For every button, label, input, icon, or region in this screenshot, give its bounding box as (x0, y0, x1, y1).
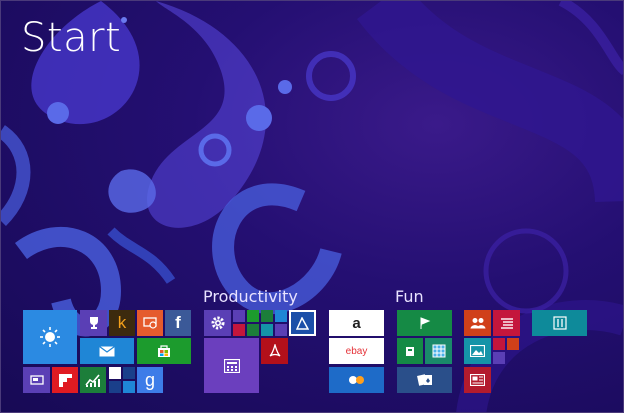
news-icon (470, 374, 485, 386)
kindle-label: k (117, 313, 127, 332)
trophy-icon (89, 317, 98, 329)
flickr-icon (348, 376, 364, 384)
small-tile-red[interactable] (233, 324, 245, 336)
start-title: Start (21, 15, 122, 61)
desktop-icon (29, 374, 44, 385)
small-tile-purple[interactable] (233, 310, 245, 322)
calculator-tile[interactable] (204, 338, 259, 393)
facebook-tile[interactable]: f (165, 310, 191, 336)
reading-list-icon (500, 318, 513, 329)
small-tile-navy[interactable] (123, 367, 135, 379)
settings-tile[interactable] (204, 310, 231, 336)
finance-icon (85, 373, 100, 387)
sun-icon (40, 327, 60, 347)
achievements-tile[interactable] (80, 310, 107, 336)
food-drink-tile[interactable] (532, 310, 587, 336)
flickr-tile[interactable] (329, 367, 384, 393)
game-icon-2 (406, 347, 414, 356)
mahjong-tile[interactable] (425, 338, 452, 364)
small-tile-navy-2[interactable] (109, 381, 121, 393)
finance-tile[interactable] (80, 367, 106, 393)
small-tile-green[interactable] (247, 310, 259, 322)
pdf-icon (269, 344, 280, 357)
small-tile-green-2[interactable] (261, 310, 273, 322)
game-icon (420, 316, 430, 329)
game-tile-1[interactable] (397, 310, 452, 336)
photos-icon (470, 345, 485, 357)
calculator-icon (223, 358, 240, 373)
weather-tile[interactable] (23, 310, 77, 364)
google-label: g (144, 369, 155, 390)
nfc-icon (296, 316, 309, 330)
reading-list-tile[interactable] (493, 310, 520, 336)
flipboard-icon (58, 373, 72, 387)
google-tile[interactable]: g (137, 367, 163, 393)
pdf-reader-tile[interactable] (261, 338, 288, 364)
store-icon (158, 345, 170, 357)
solitaire-tile[interactable] (397, 367, 452, 393)
small-tile-darkgreen[interactable] (247, 324, 259, 336)
flipboard-tile[interactable] (52, 367, 78, 393)
facebook-label: f (175, 313, 181, 332)
remote-desktop-tile[interactable] (137, 310, 163, 336)
small-tile-teal[interactable] (261, 324, 273, 336)
people-tile[interactable] (464, 310, 491, 336)
cards-icon (416, 374, 432, 386)
kindle-tile[interactable]: k (109, 310, 135, 336)
nfc-tile[interactable] (289, 310, 316, 336)
small-tile-blue[interactable] (123, 381, 135, 393)
desktop-tile[interactable] (23, 367, 50, 393)
mail-tile[interactable] (80, 338, 134, 364)
small-tile-blue-2[interactable] (275, 310, 287, 322)
amazon-label: a (352, 314, 361, 332)
group-title-fun[interactable]: Fun (395, 287, 424, 306)
small-tile-crimson[interactable] (493, 338, 505, 350)
people-icon (470, 318, 485, 329)
small-tile-orange[interactable] (507, 338, 519, 350)
start-screen: Start Productivity Fun k f g a ebay (0, 0, 624, 413)
small-tile-purple-2[interactable] (275, 324, 287, 336)
small-tile-violet[interactable] (493, 352, 505, 364)
small-tile-white[interactable] (109, 367, 121, 379)
remote-desktop-icon (143, 317, 157, 329)
group-title-productivity[interactable]: Productivity (203, 287, 298, 306)
gear-icon (211, 316, 224, 330)
store-tile[interactable] (137, 338, 191, 364)
game-tile-2[interactable] (397, 338, 423, 364)
news-tile[interactable] (464, 367, 491, 393)
ebay-tile[interactable]: ebay (329, 338, 384, 364)
mahjong-icon (432, 344, 445, 358)
food-drink-icon (552, 316, 567, 330)
amazon-tile[interactable]: a (329, 310, 384, 336)
mail-icon (99, 345, 115, 356)
ebay-label: ebay (345, 345, 368, 357)
photos-tile[interactable] (464, 338, 491, 364)
